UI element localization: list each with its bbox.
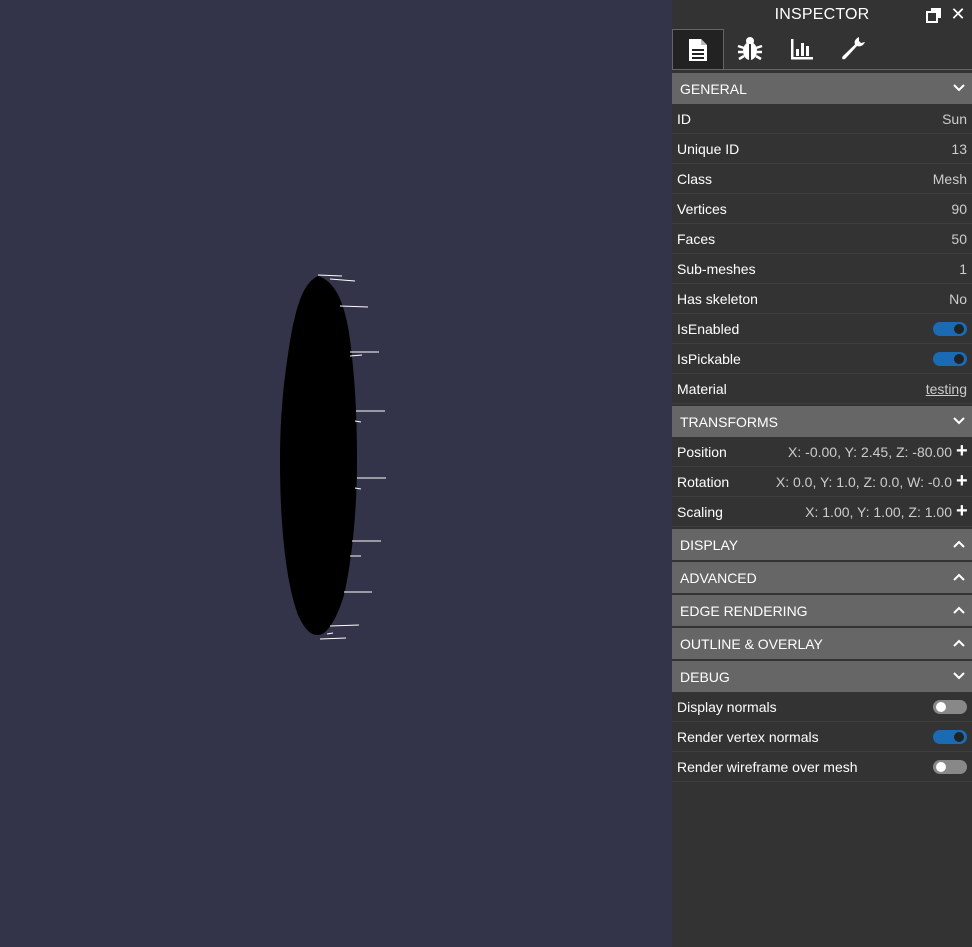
row-render-wireframe: Render wireframe over mesh — [672, 752, 972, 782]
row-submeshes: Sub-meshes 1 — [672, 254, 972, 284]
statistics-icon — [791, 39, 813, 60]
render-vertex-normals-toggle[interactable] — [933, 730, 967, 744]
row-faces: Faces 50 — [672, 224, 972, 254]
inspector-title-bar: INSPECTOR ✕ — [672, 0, 972, 29]
section-debug-header[interactable]: DEBUG — [672, 661, 972, 692]
section-transforms-label: TRANSFORMS — [680, 413, 778, 430]
row-rotation: Rotation X: 0.0, Y: 1.0, Z: 0.0, W: -0.0… — [672, 467, 972, 497]
row-faces-value: 50 — [951, 230, 967, 247]
row-class-value: Mesh — [932, 170, 967, 187]
section-advanced-header[interactable]: ADVANCED — [672, 562, 972, 593]
chevron-up-icon — [953, 573, 965, 581]
row-rotation-value: X: 0.0, Y: 1.0, Z: 0.0, W: -0.0 — [775, 473, 952, 490]
chevron-down-icon — [953, 672, 965, 680]
row-id-value: Sun — [942, 110, 967, 127]
row-position-label: Position — [677, 443, 727, 460]
row-position: Position X: -0.00, Y: 2.45, Z: -80.00 + — [672, 437, 972, 467]
row-scaling-label: Scaling — [677, 503, 723, 520]
row-is-enabled: IsEnabled — [672, 314, 972, 344]
mesh-sun[interactable] — [280, 276, 357, 636]
section-outline-overlay-label: OUTLINE & OVERLAY — [680, 635, 823, 652]
scene-viewport[interactable] — [0, 0, 672, 947]
row-position-value: X: -0.00, Y: 2.45, Z: -80.00 — [788, 443, 952, 460]
row-is-enabled-label: IsEnabled — [677, 320, 740, 337]
row-vertices: Vertices 90 — [672, 194, 972, 224]
section-general-header[interactable]: GENERAL — [672, 73, 972, 104]
section-edge-rendering-header[interactable]: EDGE RENDERING — [672, 595, 972, 626]
tab-tools[interactable] — [828, 29, 880, 69]
row-id: ID Sun — [672, 104, 972, 134]
is-pickable-toggle[interactable] — [933, 352, 967, 366]
toggle-knob — [936, 702, 946, 712]
section-display-label: DISPLAY — [680, 536, 739, 553]
section-display-header[interactable]: DISPLAY — [672, 529, 972, 560]
toggle-knob — [954, 324, 964, 334]
row-has-skeleton-label: Has skeleton — [677, 290, 758, 307]
row-render-vertex-normals: Render vertex normals — [672, 722, 972, 752]
row-render-vertex-normals-label: Render vertex normals — [677, 728, 819, 745]
row-rotation-label: Rotation — [677, 473, 730, 490]
row-scaling: Scaling X: 1.00, Y: 1.00, Z: 1.00 + — [672, 497, 972, 527]
expand-scaling-icon[interactable]: + — [956, 501, 968, 521]
row-id-label: ID — [677, 110, 691, 127]
expand-rotation-icon[interactable]: + — [956, 471, 968, 491]
material-link[interactable]: testing — [926, 381, 967, 397]
row-material: Material testing — [672, 374, 972, 404]
row-submeshes-value: 1 — [959, 260, 967, 277]
display-normals-toggle[interactable] — [933, 700, 967, 714]
section-general-label: GENERAL — [680, 80, 747, 97]
tab-properties[interactable] — [672, 29, 724, 69]
tab-debug[interactable] — [724, 29, 776, 69]
row-render-wireframe-label: Render wireframe over mesh — [677, 758, 858, 775]
row-faces-label: Faces — [677, 230, 716, 247]
section-edge-rendering-label: EDGE RENDERING — [680, 602, 808, 619]
tools-icon — [842, 37, 865, 60]
render-wireframe-toggle[interactable] — [933, 760, 967, 774]
section-debug-label: DEBUG — [680, 668, 730, 685]
scene-canvas[interactable] — [0, 0, 672, 947]
inspector-panel: INSPECTOR ✕ GENERAL ID Sun Unique ID 13 … — [672, 0, 972, 947]
debug-icon — [737, 37, 763, 61]
row-has-skeleton: Has skeleton No — [672, 284, 972, 314]
row-material-label: Material — [677, 380, 727, 397]
is-enabled-toggle[interactable] — [933, 322, 967, 336]
popout-icon[interactable] — [926, 7, 942, 23]
expand-position-icon[interactable]: + — [956, 441, 968, 461]
row-vertices-label: Vertices — [677, 200, 727, 217]
row-unique-id-label: Unique ID — [677, 140, 740, 157]
section-outline-overlay-header[interactable]: OUTLINE & OVERLAY — [672, 628, 972, 659]
row-class: Class Mesh — [672, 164, 972, 194]
chevron-down-icon — [953, 84, 965, 92]
row-display-normals-label: Display normals — [677, 698, 777, 715]
properties-icon — [689, 38, 707, 61]
chevron-down-icon — [953, 417, 965, 425]
row-has-skeleton-value: No — [949, 290, 967, 307]
chevron-up-icon — [953, 540, 965, 548]
row-display-normals: Display normals — [672, 692, 972, 722]
row-class-label: Class — [677, 170, 713, 187]
section-transforms-header[interactable]: TRANSFORMS — [672, 406, 972, 437]
row-unique-id: Unique ID 13 — [672, 134, 972, 164]
row-is-pickable-label: IsPickable — [677, 350, 741, 367]
tab-statistics[interactable] — [776, 29, 828, 69]
chevron-up-icon — [953, 606, 965, 614]
row-submeshes-label: Sub-meshes — [677, 260, 756, 277]
chevron-up-icon — [953, 639, 965, 647]
toggle-knob — [954, 732, 964, 742]
row-scaling-value: X: 1.00, Y: 1.00, Z: 1.00 — [805, 503, 952, 520]
toggle-knob — [936, 762, 946, 772]
section-advanced-label: ADVANCED — [680, 569, 757, 586]
toggle-knob — [954, 354, 964, 364]
inspector-tabs — [672, 29, 972, 70]
row-unique-id-value: 13 — [951, 140, 967, 157]
close-icon[interactable]: ✕ — [950, 5, 966, 23]
row-is-pickable: IsPickable — [672, 344, 972, 374]
row-vertices-value: 90 — [951, 200, 967, 217]
